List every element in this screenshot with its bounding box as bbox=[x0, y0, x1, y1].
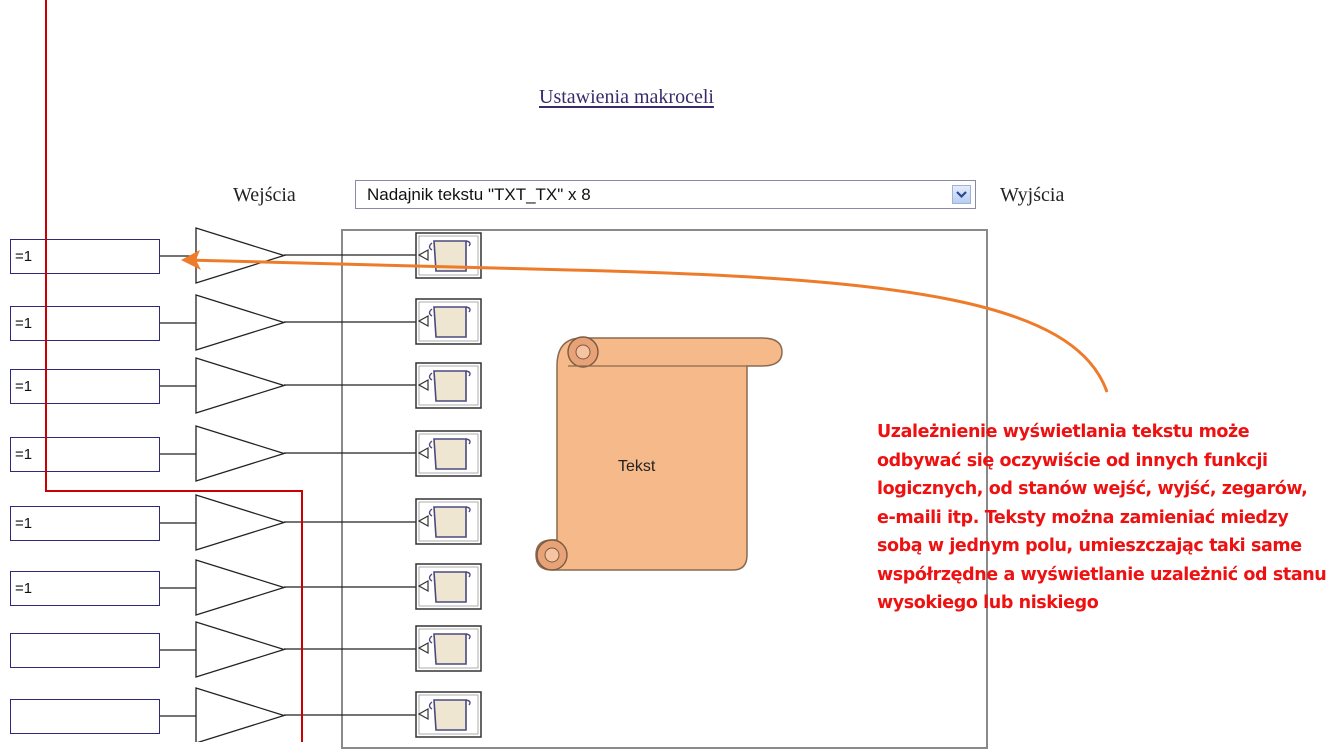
diagram-overlay bbox=[45, 0, 1109, 742]
scroll-preview-icon bbox=[535, 336, 783, 571]
red-connection-line bbox=[45, 0, 303, 742]
annotation-note: Uzależnienie wyświetlania tekstu może od… bbox=[877, 422, 1327, 613]
text-transmitter-icon bbox=[415, 232, 482, 738]
preview-text: Tekst bbox=[618, 458, 656, 475]
gate-triangle bbox=[195, 227, 285, 742]
